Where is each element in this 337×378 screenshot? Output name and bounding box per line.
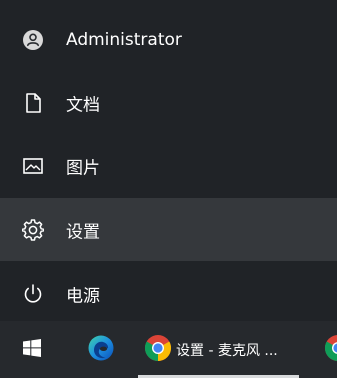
menu-item-settings[interactable]: 设置 [0, 198, 337, 261]
taskbar-chrome-settings-button[interactable]: 设置 - 麦克风 ... [136, 321, 301, 378]
menu-item-pictures-label: 图片 [66, 158, 100, 178]
chrome-browser-icon [324, 334, 337, 366]
menu-item-user-label: Administrator [66, 29, 182, 50]
taskbar: 设置 - 麦克风 ... [0, 321, 337, 378]
start-button[interactable] [0, 321, 64, 378]
menu-item-settings-label: 设置 [66, 222, 100, 242]
document-icon [22, 92, 44, 114]
picture-icon [22, 155, 44, 177]
menu-item-user[interactable]: Administrator [0, 8, 337, 71]
taskbar-edge-button[interactable] [78, 321, 124, 378]
screen: Administrator 文档 图片 设置 电源 设置 - 麦克风 ... [0, 0, 337, 378]
chrome-browser-icon [144, 334, 172, 366]
menu-item-power[interactable]: 电源 [0, 262, 337, 325]
taskbar-chrome-button[interactable] [315, 321, 337, 378]
power-icon [22, 283, 44, 305]
taskbar-chrome-settings-label: 设置 - 麦克风 ... [176, 342, 278, 359]
menu-item-documents[interactable]: 文档 [0, 71, 337, 134]
start-menu-left-column: Administrator 文档 图片 设置 电源 [0, 0, 337, 321]
menu-item-documents-label: 文档 [66, 95, 100, 115]
user-avatar-icon [22, 29, 44, 51]
menu-item-pictures[interactable]: 图片 [0, 134, 337, 197]
menu-item-power-label: 电源 [66, 286, 100, 306]
edge-browser-icon [87, 334, 115, 366]
windows-logo-icon [23, 338, 41, 361]
gear-icon [22, 218, 44, 241]
